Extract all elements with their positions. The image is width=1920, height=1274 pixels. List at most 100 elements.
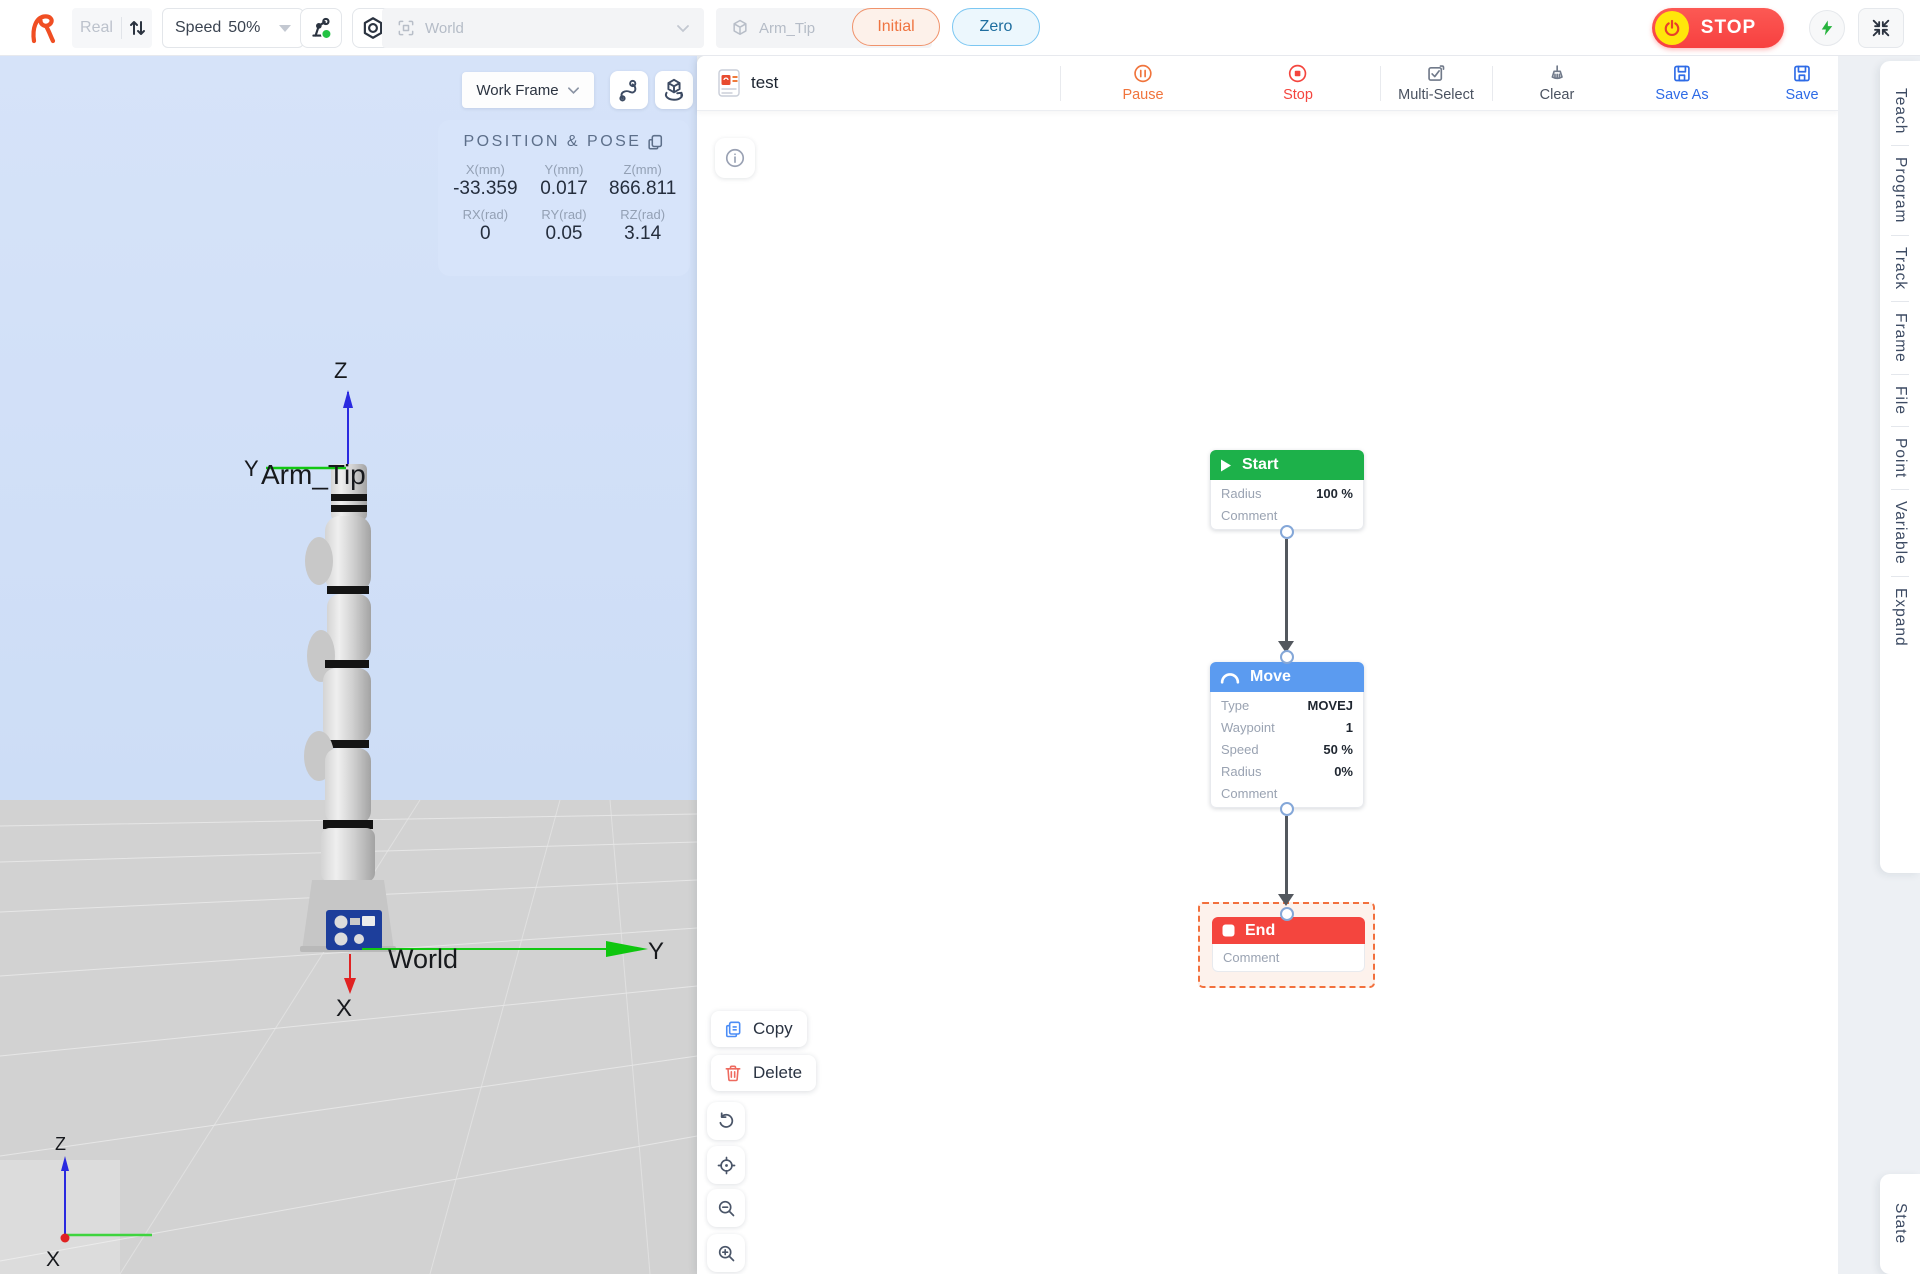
cube-rotate-icon <box>661 77 687 103</box>
work-frame-view-label: Work Frame <box>476 82 558 99</box>
initial-pose-button[interactable]: Initial <box>852 8 940 46</box>
stop-button-label: STOP <box>1701 17 1772 39</box>
program-file-name: test <box>751 73 778 93</box>
sidebar-tab-card: Teach Program Track Frame File Point Var… <box>1880 61 1920 873</box>
sidebar-tab-teach[interactable]: Teach <box>1891 77 1909 145</box>
sidebar-tab-frame[interactable]: Frame <box>1891 302 1909 374</box>
start-node-header: Start <box>1210 450 1364 480</box>
zero-pose-button[interactable]: Zero <box>952 8 1040 46</box>
locate-icon <box>716 1155 737 1176</box>
world-frame-label: World <box>388 944 458 974</box>
node-row: Waypoint1 <box>1211 716 1363 738</box>
robot-status-button[interactable] <box>300 8 342 48</box>
speed-select[interactable]: Speed 50% <box>162 8 304 48</box>
move-node[interactable]: Move TypeMOVEJ Waypoint1 Speed50 % Radiu… <box>1210 662 1364 808</box>
delete-node-button[interactable]: Delete <box>711 1055 816 1091</box>
node-row: Speed50 % <box>1211 738 1363 760</box>
work-frame-dropdown[interactable]: World <box>382 8 704 48</box>
connector-port[interactable] <box>1280 802 1294 816</box>
frame-icon <box>396 18 416 38</box>
pose-cell: RZ(rad)3.14 <box>603 200 682 245</box>
sidebar-tab-variable[interactable]: Variable <box>1891 490 1909 576</box>
connector-port[interactable] <box>1280 525 1294 539</box>
info-button[interactable] <box>715 138 755 178</box>
zoom-out-icon <box>716 1198 737 1219</box>
swap-vertical-icon <box>122 17 152 39</box>
sidebar-tab-expand[interactable]: Expand <box>1891 577 1909 658</box>
trash-icon <box>723 1063 743 1083</box>
pose-cell: RX(rad)0 <box>446 200 525 245</box>
divider <box>1492 66 1493 101</box>
copy-node-button[interactable]: Copy <box>711 1011 807 1047</box>
node-row: Radius100 % <box>1211 482 1363 504</box>
trajectory-toggle-button[interactable] <box>610 71 648 109</box>
sidebar-tab-track[interactable]: Track <box>1891 236 1909 301</box>
start-node[interactable]: Start Radius100 % Comment <box>1210 450 1364 530</box>
lightning-icon <box>1818 19 1836 37</box>
zoom-in-button[interactable] <box>707 1234 745 1272</box>
cube-icon <box>730 18 750 38</box>
world-x-label: X <box>336 995 352 1022</box>
pose-panel-title: POSITION & POSE <box>464 133 642 151</box>
program-header: test Pause Stop Multi-Select Clear Save … <box>697 56 1838 111</box>
program-file-tab[interactable]: test <box>717 69 778 97</box>
end-node-header: End <box>1212 917 1365 944</box>
exit-fullscreen-button[interactable] <box>1858 8 1904 48</box>
move-node-header: Move <box>1210 662 1364 692</box>
work-frame-dropdown-value: World <box>425 20 464 37</box>
sidebar-tab-point[interactable]: Point <box>1891 427 1909 489</box>
undo-button[interactable] <box>707 1102 745 1140</box>
sidebar-tab-state[interactable]: State <box>1880 1174 1920 1274</box>
stop-program-button[interactable]: Stop <box>1283 63 1313 103</box>
flow-connector-line <box>1285 539 1288 643</box>
emergency-stop-button[interactable]: STOP <box>1652 8 1784 48</box>
clear-button[interactable]: Clear <box>1540 63 1575 103</box>
position-pose-panel: POSITION & POSE X(mm)-33.359 Y(mm)0.017 … <box>438 120 690 276</box>
top-toolbar: Real Speed 50% World Arm_Tip Initial <box>0 0 1920 56</box>
route-icon <box>616 77 642 103</box>
speed-value: 50% <box>228 19 260 37</box>
tool-frame-dropdown-value: Arm_Tip <box>759 20 815 37</box>
pose-cell: X(mm)-33.359 <box>446 155 525 200</box>
app-logo-icon <box>24 10 60 46</box>
mode-toggle[interactable]: Real <box>72 8 152 48</box>
end-node[interactable]: End Comment <box>1212 917 1365 972</box>
flow-connector-line <box>1285 816 1288 894</box>
multi-select-button[interactable]: Multi-Select <box>1398 63 1474 103</box>
connector-port[interactable] <box>1280 650 1294 664</box>
tip-z-label: Z <box>334 358 347 383</box>
connector-port[interactable] <box>1280 907 1294 921</box>
tip-frame-label: Arm_Tip <box>261 459 366 490</box>
locate-center-button[interactable] <box>707 1146 745 1184</box>
flow-arrowhead <box>1278 894 1294 906</box>
chevron-down-icon <box>279 25 291 32</box>
work-frame-view-select[interactable]: Work Frame <box>462 72 594 108</box>
3d-viewport[interactable]: Z Y Arm_Tip World Y X Z X Work Frame POS… <box>0 56 697 1274</box>
chevron-down-icon <box>676 24 690 33</box>
zoom-out-button[interactable] <box>707 1189 745 1227</box>
stop-circle-icon <box>1288 63 1309 84</box>
power-status-button[interactable] <box>1809 10 1845 46</box>
pose-cell: Z(mm)866.811 <box>603 155 682 200</box>
undo-icon <box>716 1111 737 1132</box>
sidebar-tab-file[interactable]: File <box>1891 375 1909 426</box>
world-y-label: Y <box>648 938 664 965</box>
speed-label: Speed <box>175 19 221 37</box>
copy-icon[interactable] <box>646 133 664 151</box>
gizmo-z-label: Z <box>55 1134 66 1154</box>
pause-button[interactable]: Pause <box>1122 63 1163 103</box>
chevron-down-icon <box>567 86 580 95</box>
tip-y-label: Y <box>244 456 259 481</box>
save-button[interactable]: Save <box>1785 63 1818 103</box>
mode-label: Real <box>72 19 121 37</box>
node-row: Comment <box>1213 946 1364 968</box>
save-as-button[interactable]: Save As <box>1655 63 1708 103</box>
view-reset-button[interactable] <box>655 71 693 109</box>
file-icon <box>717 69 741 97</box>
pose-cell: RY(rad)0.05 <box>525 200 604 245</box>
move-arc-icon <box>1220 670 1240 684</box>
power-icon <box>1655 11 1689 45</box>
divider <box>1060 66 1061 101</box>
sidebar-tab-program[interactable]: Program <box>1891 146 1909 234</box>
pause-icon <box>1133 63 1154 84</box>
